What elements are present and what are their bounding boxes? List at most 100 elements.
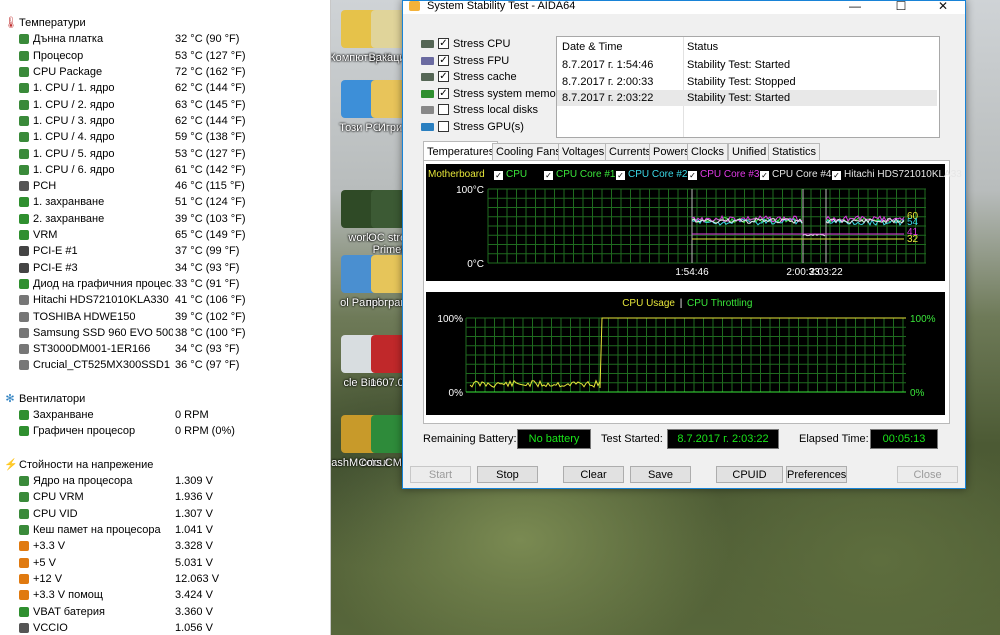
legend-item[interactable]: ✓ Hitachi HDS721010KLA33 bbox=[832, 169, 962, 181]
legend-item[interactable]: ✓ CPU Core #2 bbox=[616, 169, 687, 181]
legend-checkbox[interactable]: ✓ bbox=[832, 171, 841, 180]
clear-button[interactable]: Clear bbox=[563, 466, 624, 483]
legend-checkbox[interactable]: ✓ bbox=[688, 171, 697, 180]
sensor-row[interactable]: VBAT батерия 3.360 V bbox=[0, 604, 330, 620]
chip-icon bbox=[19, 181, 29, 192]
sensor-row[interactable]: Hitachi HDS721010KLA330 41 °C (106 °F) bbox=[0, 292, 330, 308]
sensor-row[interactable]: Кеш памет на процесора 1.041 V bbox=[0, 522, 330, 538]
stress-checkbox[interactable]: ✓ bbox=[438, 87, 449, 99]
stress-checkbox[interactable] bbox=[438, 121, 449, 132]
sensor-name: CPU VID bbox=[33, 507, 78, 520]
sensor-row[interactable]: ST3000DM001-1ER166 34 °C (93 °F) bbox=[0, 341, 330, 357]
log-header-status[interactable]: Status bbox=[687, 37, 718, 57]
legend-checkbox[interactable]: ✓ bbox=[616, 171, 625, 180]
sensor-value: 3.360 V bbox=[175, 605, 213, 618]
legend-item[interactable]: ✓ CPU Core #4 bbox=[760, 169, 831, 181]
tab-clocks[interactable]: Clocks bbox=[687, 143, 729, 160]
tab-temperatures[interactable]: Temperatures bbox=[423, 141, 499, 160]
stress-option-label: Stress system memory bbox=[453, 87, 565, 100]
legend-item[interactable]: ✓ CPU bbox=[494, 169, 527, 181]
stress-checkbox[interactable]: ✓ bbox=[438, 54, 449, 66]
tab-panel-temperatures: Motherboard ✓ CPU ✓ CPU Core #1 ✓ CPU Core #2 ✓… bbox=[423, 160, 962, 424]
legend-checkbox[interactable]: ✓ bbox=[494, 171, 503, 180]
sensor-row[interactable]: 1. захранване 51 °C (124 °F) bbox=[0, 194, 330, 210]
legend-checkbox[interactable]: ✓ bbox=[544, 171, 553, 180]
sensor-row[interactable]: PCI-E #1 37 °C (99 °F) bbox=[0, 243, 330, 259]
test-started-value: 8.7.2017 г. 2:03:22 bbox=[667, 429, 779, 449]
sensor-row[interactable]: TOSHIBA HDWE150 39 °C (102 °F) bbox=[0, 309, 330, 325]
log-row[interactable]: 8.7.2017 г. 1:54:46 Stability Test: Start… bbox=[557, 57, 937, 73]
sensor-name: 2. захранване bbox=[33, 212, 105, 225]
sensor-row[interactable]: Процесор 53 °C (127 °F) bbox=[0, 48, 330, 64]
tab-unified[interactable]: Unified bbox=[728, 143, 771, 160]
sensor-row[interactable]: 1. CPU / 1. ядро 62 °C (144 °F) bbox=[0, 80, 330, 96]
sensor-value: 63 °C (145 °F) bbox=[175, 98, 246, 111]
aida64-stability-window[interactable]: System Stability Test - AIDA64 — ☐ ✕ ✓ St… bbox=[402, 0, 966, 489]
sensor-panel[interactable]: 🌡Температури Дънна платка 32 °C (90 °F) Про… bbox=[0, 0, 331, 635]
sensor-row[interactable]: PCH 46 °C (115 °F) bbox=[0, 178, 330, 194]
stress-checkbox[interactable]: ✓ bbox=[438, 38, 449, 49]
legend-item[interactable]: ✓ CPU Core #3 bbox=[688, 169, 759, 181]
preferences-button[interactable]: Preferences bbox=[786, 466, 847, 483]
sensor-row[interactable]: CPU Package 72 °C (162 °F) bbox=[0, 64, 330, 80]
tab-voltages[interactable]: Voltages bbox=[558, 143, 609, 160]
legend-checkbox[interactable]: ✓ bbox=[760, 171, 769, 180]
tab-statistics[interactable]: Statistics bbox=[768, 143, 821, 160]
title-bar[interactable]: System Stability Test - AIDA64 — ☐ ✕ bbox=[403, 1, 965, 14]
sensor-row[interactable]: 2. захранване 39 °C (103 °F) bbox=[0, 211, 330, 227]
log-table[interactable]: Date & Time Status 8.7.2017 г. 1:54:46 St… bbox=[556, 36, 940, 138]
sensor-row[interactable]: 1. CPU / 4. ядро 59 °C (138 °F) bbox=[0, 129, 330, 145]
sensor-value: 39 °C (103 °F) bbox=[175, 212, 246, 225]
sensor-row[interactable]: 1. CPU / 3. ядро 62 °C (144 °F) bbox=[0, 113, 330, 129]
sensor-group-title: Вентилатори bbox=[19, 392, 86, 405]
sensor-row[interactable]: VCCIO 1.056 V bbox=[0, 620, 330, 635]
sensor-row[interactable]: Дънна платка 32 °C (90 °F) bbox=[0, 31, 330, 47]
log-row[interactable]: 8.7.2017 г. 2:03:22 Stability Test: Start… bbox=[557, 90, 937, 106]
log-row[interactable]: 8.7.2017 г. 2:00:33 Stability Test: Stopp… bbox=[557, 74, 937, 90]
minimize-button[interactable]: — bbox=[833, 1, 877, 13]
sensor-name: Диод на графичния процес... bbox=[33, 277, 173, 290]
sensor-row[interactable]: +3.3 V 3.328 V bbox=[0, 538, 330, 554]
sensor-row[interactable]: +5 V 5.031 V bbox=[0, 555, 330, 571]
sensor-row[interactable]: 1. CPU / 5. ядро 53 °C (127 °F) bbox=[0, 146, 330, 162]
cpu-usage-graph-canvas: CPU Usage | CPU Throttling 100% 0% 100% 0% bbox=[437, 298, 935, 399]
motherboard-icon bbox=[19, 34, 29, 45]
tab-cooling-fans[interactable]: Cooling Fans bbox=[492, 143, 565, 160]
disk-icon bbox=[19, 344, 29, 355]
sensor-row[interactable]: 1. CPU / 6. ядро 61 °C (142 °F) bbox=[0, 162, 330, 178]
sensor-row[interactable]: CPU VRM 1.936 V bbox=[0, 489, 330, 505]
fan-icon: ✻ bbox=[5, 392, 15, 405]
sensor-row[interactable]: 1. CPU / 2. ядро 63 °C (145 °F) bbox=[0, 97, 330, 113]
sensor-row[interactable]: CPU VID 1.307 V bbox=[0, 506, 330, 522]
sensor-group-header[interactable]: ✻ Вентилатори bbox=[4, 391, 85, 407]
sensor-row[interactable]: Ядро на процесора 1.309 V bbox=[0, 473, 330, 489]
sensor-row[interactable]: Crucial_CT525MX300SSD1 36 °C (97 °F) bbox=[0, 357, 330, 373]
stop-button[interactable]: Stop bbox=[477, 466, 538, 483]
disk-icon bbox=[421, 106, 434, 115]
legend-item[interactable]: ✓ CPU Core #1 bbox=[544, 169, 615, 181]
tab-currents[interactable]: Currents bbox=[605, 143, 656, 160]
sensor-row[interactable]: VRM 65 °C (149 °F) bbox=[0, 227, 330, 243]
stress-checkbox[interactable] bbox=[438, 104, 449, 116]
cpu-icon bbox=[19, 476, 29, 487]
stress-checkbox[interactable]: ✓ bbox=[438, 71, 449, 83]
close-button[interactable]: Close bbox=[897, 466, 958, 483]
sensor-row[interactable]: Диод на графичния процес... 33 °C (91 °F) bbox=[0, 276, 330, 292]
maximize-button[interactable]: ☐ bbox=[879, 1, 923, 13]
sensor-group-header[interactable]: ⚡Стойности на напрежение bbox=[4, 457, 153, 473]
sensor-row[interactable]: Захранване 0 RPM bbox=[0, 407, 330, 423]
sensor-row[interactable]: +3.3 V помощ 3.424 V bbox=[0, 587, 330, 603]
sensor-row[interactable]: Samsung SSD 960 EVO 500GB38 °C (100 °F) bbox=[0, 325, 330, 341]
sensor-row[interactable]: PCI-E #3 34 °C (93 °F) bbox=[0, 260, 330, 276]
sensor-group-header[interactable]: 🌡Температури bbox=[4, 15, 86, 31]
log-status: Stability Test: Started bbox=[687, 59, 791, 71]
close-window-button[interactable]: ✕ bbox=[921, 1, 965, 13]
sensor-row[interactable]: +12 V 12.063 V bbox=[0, 571, 330, 587]
legend-item[interactable]: Motherboard bbox=[428, 169, 485, 181]
sensor-row[interactable]: Графичен процесор 0 RPM (0%) bbox=[0, 423, 330, 439]
save-button[interactable]: Save bbox=[630, 466, 691, 483]
start-button[interactable]: Start bbox=[410, 466, 471, 483]
log-header-datetime[interactable]: Date & Time bbox=[562, 37, 623, 57]
cpuid-button[interactable]: CPUID bbox=[716, 466, 783, 483]
cache-icon bbox=[421, 73, 434, 82]
